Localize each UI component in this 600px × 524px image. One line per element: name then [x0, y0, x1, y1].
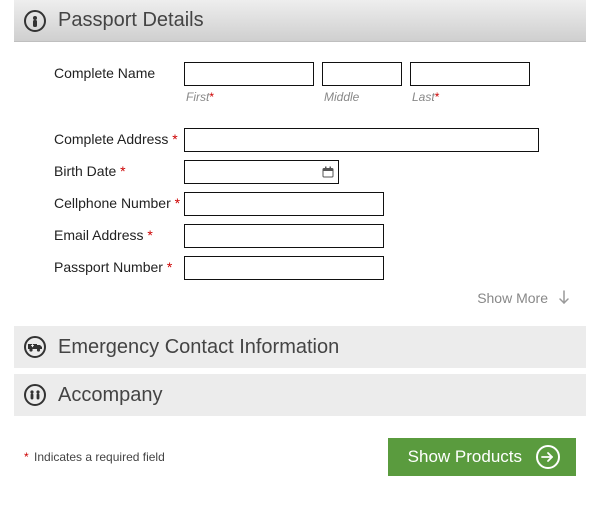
passport-body: Complete Name First* Middle Last* Comple…	[14, 42, 586, 326]
complete-address-input[interactable]	[184, 128, 539, 152]
show-more-link[interactable]: Show More	[24, 288, 576, 316]
email-input[interactable]	[184, 224, 384, 248]
section-header-emergency[interactable]: Emergency Contact Information	[14, 326, 586, 368]
person-icon	[24, 10, 46, 32]
ambulance-icon	[24, 336, 46, 358]
section-title: Passport Details	[58, 9, 204, 32]
show-products-button[interactable]: Show Products	[388, 438, 576, 476]
show-products-label: Show Products	[408, 447, 522, 467]
arrow-right-circle-icon	[536, 445, 560, 469]
row-cellphone: Cellphone Number *	[24, 192, 576, 216]
last-name-input[interactable]	[410, 62, 530, 86]
required-footnote: * Indicates a required field	[24, 450, 165, 464]
row-birth-date: Birth Date *	[24, 160, 576, 184]
section-header-passport[interactable]: Passport Details	[14, 0, 586, 42]
label-cellphone: Cellphone Number *	[24, 192, 184, 211]
row-email: Email Address *	[24, 224, 576, 248]
section-header-accompany[interactable]: Accompany	[14, 374, 586, 416]
middle-name-input[interactable]	[322, 62, 402, 86]
sublabel-middle: Middle	[322, 90, 402, 104]
label-birth-date: Birth Date *	[24, 160, 184, 179]
show-more-label: Show More	[477, 290, 548, 306]
label-complete-name: Complete Name	[24, 62, 184, 81]
label-email: Email Address *	[24, 224, 184, 243]
section-title: Accompany	[58, 384, 163, 407]
first-name-input[interactable]	[184, 62, 314, 86]
row-complete-name: Complete Name First* Middle Last*	[24, 62, 576, 104]
birth-date-input[interactable]	[184, 160, 339, 184]
label-complete-address: Complete Address *	[24, 128, 184, 147]
row-passport-number: Passport Number *	[24, 256, 576, 280]
calendar-icon[interactable]	[321, 165, 335, 179]
row-complete-address: Complete Address *	[24, 128, 576, 152]
section-title: Emergency Contact Information	[58, 336, 339, 359]
label-passport-number: Passport Number *	[24, 256, 184, 275]
footer: * Indicates a required field Show Produc…	[14, 416, 586, 494]
sublabel-first: First*	[184, 90, 314, 104]
group-icon	[24, 384, 46, 406]
cellphone-input[interactable]	[184, 192, 384, 216]
passport-number-input[interactable]	[184, 256, 384, 280]
sublabel-last: Last*	[410, 90, 530, 104]
arrow-down-icon	[558, 290, 570, 306]
